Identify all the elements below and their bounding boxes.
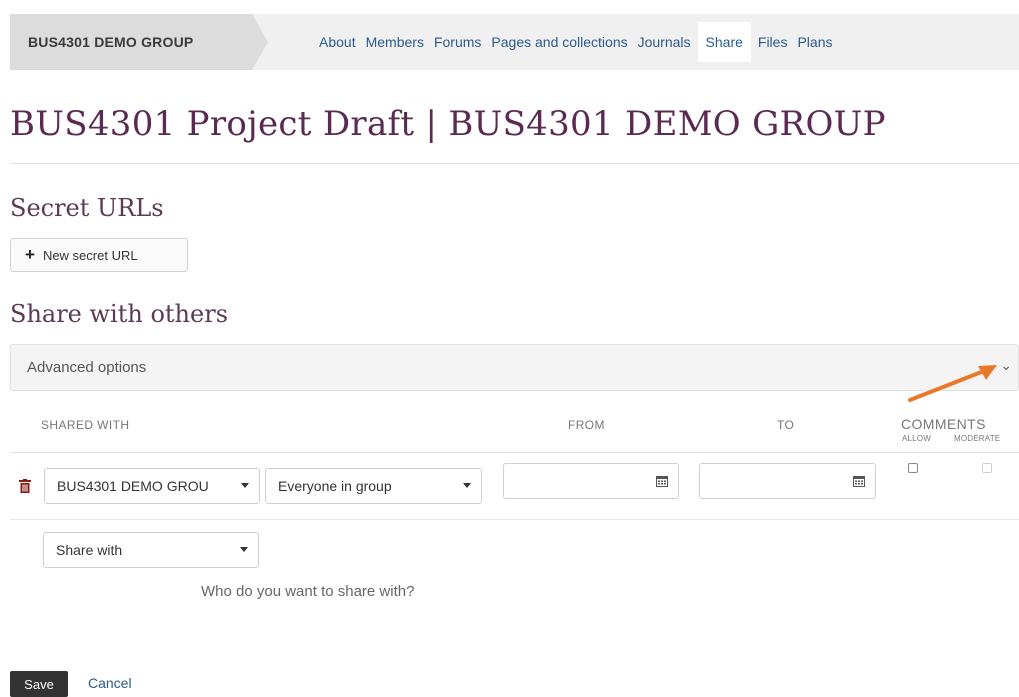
plus-icon: + — [25, 245, 35, 264]
divider — [10, 452, 1019, 453]
new-secret-url-label: New secret URL — [42, 247, 138, 263]
cancel-link[interactable]: Cancel — [88, 675, 132, 691]
group-name-tab[interactable]: BUS4301 DEMO GROUP — [10, 14, 268, 70]
allow-comments-checkbox[interactable] — [908, 463, 918, 473]
column-subheader-moderate: MODERATE — [954, 434, 1001, 443]
nav-link-journals[interactable]: Journals — [633, 14, 696, 70]
share-with-others-heading: Share with others — [10, 300, 229, 328]
from-date-input[interactable] — [503, 463, 679, 499]
nav-link-members[interactable]: Members — [361, 14, 429, 70]
group-nav: About Members Forums Pages and collectio… — [314, 14, 837, 70]
moderate-comments-checkbox — [982, 463, 992, 473]
annotation-arrow-icon — [908, 365, 997, 402]
shared-with-role-select[interactable]: Everyone in group — [265, 468, 482, 504]
save-button[interactable]: Save — [10, 671, 68, 697]
shared-with-group-select[interactable]: BUS4301 DEMO GROU — [44, 468, 260, 504]
shared-with-role-value: Everyone in group — [278, 478, 392, 494]
column-header-to: TO — [777, 418, 795, 432]
share-with-hint: Who do you want to share with? — [201, 583, 415, 600]
shared-with-group-value: BUS4301 DEMO GROU — [57, 478, 209, 494]
caret-down-icon — [241, 483, 249, 488]
new-secret-url-button[interactable]: + New secret URL — [10, 238, 188, 272]
column-header-shared-with: SHARED WITH — [41, 418, 130, 432]
column-subheader-allow: ALLOW — [902, 434, 932, 443]
nav-link-pages-and-collections[interactable]: Pages and collections — [486, 14, 632, 70]
secret-urls-heading: Secret URLs — [10, 194, 164, 222]
group-name-label: BUS4301 DEMO GROUP — [28, 34, 194, 50]
divider — [10, 163, 1019, 164]
advanced-options-toggle[interactable]: Advanced options ⌄ — [10, 344, 1019, 391]
trash-icon[interactable] — [19, 479, 31, 493]
nav-link-forums[interactable]: Forums — [429, 14, 486, 70]
top-nav-bar: BUS4301 DEMO GROUP About Members Forums … — [10, 14, 1019, 70]
nav-link-share[interactable]: Share — [697, 22, 751, 62]
advanced-options-label: Advanced options — [27, 359, 147, 376]
divider — [10, 519, 1019, 520]
page-title: BUS4301 Project Draft | BUS4301 DEMO GRO… — [10, 104, 886, 144]
nav-link-about[interactable]: About — [314, 14, 361, 70]
nav-link-files[interactable]: Files — [753, 14, 793, 70]
share-with-select[interactable]: Share with — [43, 532, 259, 568]
caret-down-icon — [240, 547, 248, 552]
caret-down-icon — [463, 483, 471, 488]
share-with-value: Share with — [56, 542, 123, 558]
calendar-icon[interactable] — [853, 475, 865, 487]
column-header-from: FROM — [568, 418, 605, 432]
to-date-input[interactable] — [699, 463, 876, 499]
nav-link-plans[interactable]: Plans — [792, 14, 837, 70]
calendar-icon[interactable] — [656, 475, 668, 487]
